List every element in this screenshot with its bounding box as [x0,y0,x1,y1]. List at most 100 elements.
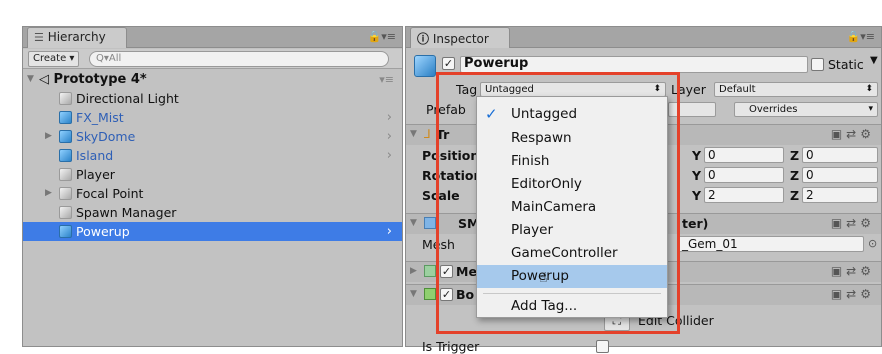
menu-item-powerup[interactable]: Powerup ☝ [477,265,667,288]
tag-dropdown-value: Untagged [485,84,534,95]
list-item[interactable]: FX_Mist › [23,108,402,127]
list-item-label: Player [76,167,115,182]
menu-item-label: Add Tag... [511,298,578,314]
foldout-closed-icon[interactable]: ▶ [45,127,52,146]
object-picker-icon[interactable]: ⊙ [868,237,877,250]
menu-item-finish[interactable]: Finish [477,150,667,173]
foldout-open-icon[interactable]: ▼ [27,70,34,89]
static-dropdown-icon[interactable]: ▼ [870,55,878,66]
list-icon: ☰ [34,31,44,44]
list-item-label: Directional Light [76,91,179,106]
inspector-tabbar: ⓘ Inspector 🔒▾≡ [406,27,881,48]
tag-dropdown[interactable]: Untagged ⬍ [480,82,666,97]
chevron-right-icon[interactable]: › [387,146,392,165]
component-settings-icon[interactable]: ▣⇄⚙ [831,127,875,141]
menu-item-maincamera[interactable]: MainCamera [477,196,667,219]
menu-item-label: EditorOnly [511,176,582,192]
component-settings-icon[interactable]: ▣⇄⚙ [831,287,875,301]
list-item[interactable]: Directional Light [23,89,402,108]
chevron-right-icon[interactable]: › [387,222,392,241]
hierarchy-search-input[interactable]: Q▾All [89,51,389,67]
component-settings-icon[interactable]: ▣⇄⚙ [831,264,875,278]
hand-cursor-icon: ☝ [539,270,548,286]
foldout-open-icon[interactable]: ▼ [410,129,417,139]
scale-y-field[interactable]: 2 [704,187,784,203]
chevron-right-icon[interactable]: › [387,127,392,146]
rotation-z-field[interactable]: 0 [802,167,878,183]
chevron-down-icon: ▾ [868,104,873,114]
tab-inspector[interactable]: ⓘ Inspector [410,27,510,48]
menu-item-label: GameController [511,245,618,261]
menu-item-gamecontroller[interactable]: GameController [477,242,667,265]
list-item[interactable]: ▶ SkyDome › [23,127,402,146]
rotation-label: Rotation [422,168,483,183]
position-label: Position [422,148,480,163]
gameobject-icon [59,92,72,105]
updown-arrow-icon: ⬍ [653,84,661,94]
prefab-large-icon [414,55,436,77]
create-button-label: Create [33,53,67,64]
mesh-renderer-enabled-checkbox[interactable]: ✓ [440,265,453,278]
scene-name: Prototype 4* [53,72,147,87]
rotation-y-field[interactable]: 0 [704,167,784,183]
info-icon: ⓘ [417,32,430,46]
foldout-closed-icon[interactable]: ▶ [410,266,417,276]
list-item[interactable]: Spawn Manager [23,203,402,222]
list-item-selected[interactable]: Powerup › [23,222,402,241]
mesh-renderer-title: Me [456,264,477,279]
scene-menu-icon[interactable]: ▾≡ [379,70,394,89]
menu-divider [483,293,661,294]
scene-root-row[interactable]: ▼ ◁ Prototype 4* ▾≡ [23,70,402,89]
position-z-field[interactable]: 0 [802,147,878,163]
panel-menu-icon[interactable]: 🔒▾≡ [368,30,396,43]
scale-y-label: Y [692,188,702,203]
rotation-y-label: Y [692,168,702,183]
scale-label: Scale [422,188,460,203]
position-y-label: Y [692,148,702,163]
menu-item-player[interactable]: Player [477,219,667,242]
prefab-icon [59,149,72,162]
chevron-right-icon[interactable]: › [387,108,392,127]
foldout-open-icon[interactable]: ▼ [410,289,417,299]
object-name-field[interactable]: Powerup [460,56,808,73]
create-button[interactable]: Create ▾ [28,51,80,67]
panel-menu-icon[interactable]: 🔒▾≡ [847,30,875,43]
layer-label: Layer [671,82,706,97]
overrides-dropdown[interactable]: Overrides ▾ [734,102,878,117]
scale-z-field[interactable]: 2 [802,187,878,203]
box-collider-enabled-checkbox[interactable]: ✓ [440,288,453,301]
mesh-filter-title-tail: ter) [682,216,709,231]
menu-item-editoronly[interactable]: EditorOnly [477,173,667,196]
list-item-label: Focal Point [76,186,144,201]
component-settings-icon[interactable]: ▣⇄⚙ [831,216,875,230]
list-item[interactable]: Island › [23,146,402,165]
search-placeholder: Q▾All [96,53,122,64]
unity-scene-icon: ◁ [39,72,49,87]
list-item[interactable]: Player [23,165,402,184]
menu-item-untagged[interactable]: ✓ Untagged [477,103,667,126]
scale-z-label: Z [790,188,800,203]
gameobject-icon [59,187,72,200]
prefab-open-button[interactable] [668,102,716,117]
list-item[interactable]: ▶ Focal Point [23,184,402,203]
position-y-field[interactable]: 0 [704,147,784,163]
prefab-icon [59,111,72,124]
foldout-closed-icon[interactable]: ▶ [45,184,52,203]
menu-item-add-tag[interactable]: Add Tag... [477,295,667,318]
overrides-label: Overrides [749,104,798,115]
menu-item-respawn[interactable]: Respawn [477,127,667,150]
foldout-open-icon[interactable]: ▼ [410,218,417,228]
tab-hierarchy[interactable]: ☰ Hierarchy [27,27,127,48]
menu-item-label: Player [511,222,554,238]
layer-dropdown[interactable]: Default ⬍ [714,82,878,97]
list-item-label: FX_Mist [76,110,124,125]
transform-icon: ⅃ [424,127,431,141]
active-checkbox[interactable]: ✓ [442,57,455,70]
list-item-label: Island [76,148,114,163]
box-collider-title: Bo [456,287,475,302]
scene-root: ◁ Prototype 4* [39,70,147,89]
menu-item-label: MainCamera [511,199,597,215]
tab-inspector-label: Inspector [432,32,489,46]
static-checkbox[interactable] [811,58,824,71]
mesh-field[interactable]: _Gem_01 [678,236,864,252]
